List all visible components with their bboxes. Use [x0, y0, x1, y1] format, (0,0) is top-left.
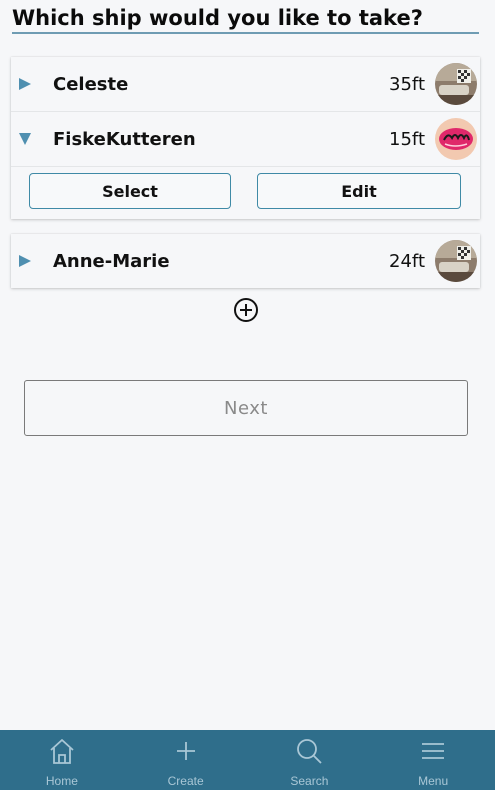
- select-button[interactable]: Select: [29, 173, 231, 209]
- next-button[interactable]: Next: [24, 380, 468, 436]
- ship-avatar-pink-logo: [435, 118, 477, 160]
- home-icon: [50, 739, 74, 764]
- ship-length: 15ft: [389, 128, 425, 150]
- ship-avatar-room-photo: [435, 63, 477, 105]
- nav-item-menu[interactable]: Menu: [371, 730, 495, 790]
- bottom-nav: Home Create Search Menu: [0, 730, 495, 790]
- ship-list-card: Anne-Marie 24ft: [11, 234, 480, 288]
- ship-name: Celeste: [53, 73, 129, 95]
- nav-item-create[interactable]: Create: [124, 730, 248, 790]
- page-title: Which ship would you like to take?: [12, 4, 479, 34]
- ship-name: FiskeKutteren: [53, 128, 196, 150]
- plus-circle-icon: [234, 298, 258, 322]
- menu-icon: [422, 743, 445, 759]
- ship-row-fiskekutteren[interactable]: FiskeKutteren 15ft: [11, 111, 480, 166]
- nav-label: Search: [290, 774, 329, 788]
- ship-actions: Select Edit: [11, 166, 480, 219]
- edit-button[interactable]: Edit: [257, 173, 461, 209]
- nav-label: Menu: [418, 774, 449, 788]
- plus-icon: [176, 742, 195, 760]
- caret-right-icon: [19, 255, 31, 267]
- search-icon: [297, 739, 323, 764]
- nav-label: Create: [167, 774, 204, 788]
- ship-list-card: Celeste 35ft FiskeKutteren 15ft Select E…: [11, 57, 480, 219]
- nav-label: Home: [45, 774, 78, 788]
- ship-name: Anne-Marie: [53, 250, 170, 272]
- ship-avatar-room-photo: [435, 240, 477, 282]
- nav-item-search[interactable]: Search: [248, 730, 372, 790]
- add-ship-button[interactable]: [233, 297, 259, 323]
- caret-right-icon: [19, 78, 31, 90]
- ship-row-celeste[interactable]: Celeste 35ft: [11, 57, 480, 111]
- ship-length: 24ft: [389, 250, 425, 272]
- ship-length: 35ft: [389, 73, 425, 95]
- ship-row-anne-marie[interactable]: Anne-Marie 24ft: [11, 234, 480, 288]
- nav-item-home[interactable]: Home: [0, 730, 124, 790]
- caret-down-icon: [19, 133, 31, 145]
